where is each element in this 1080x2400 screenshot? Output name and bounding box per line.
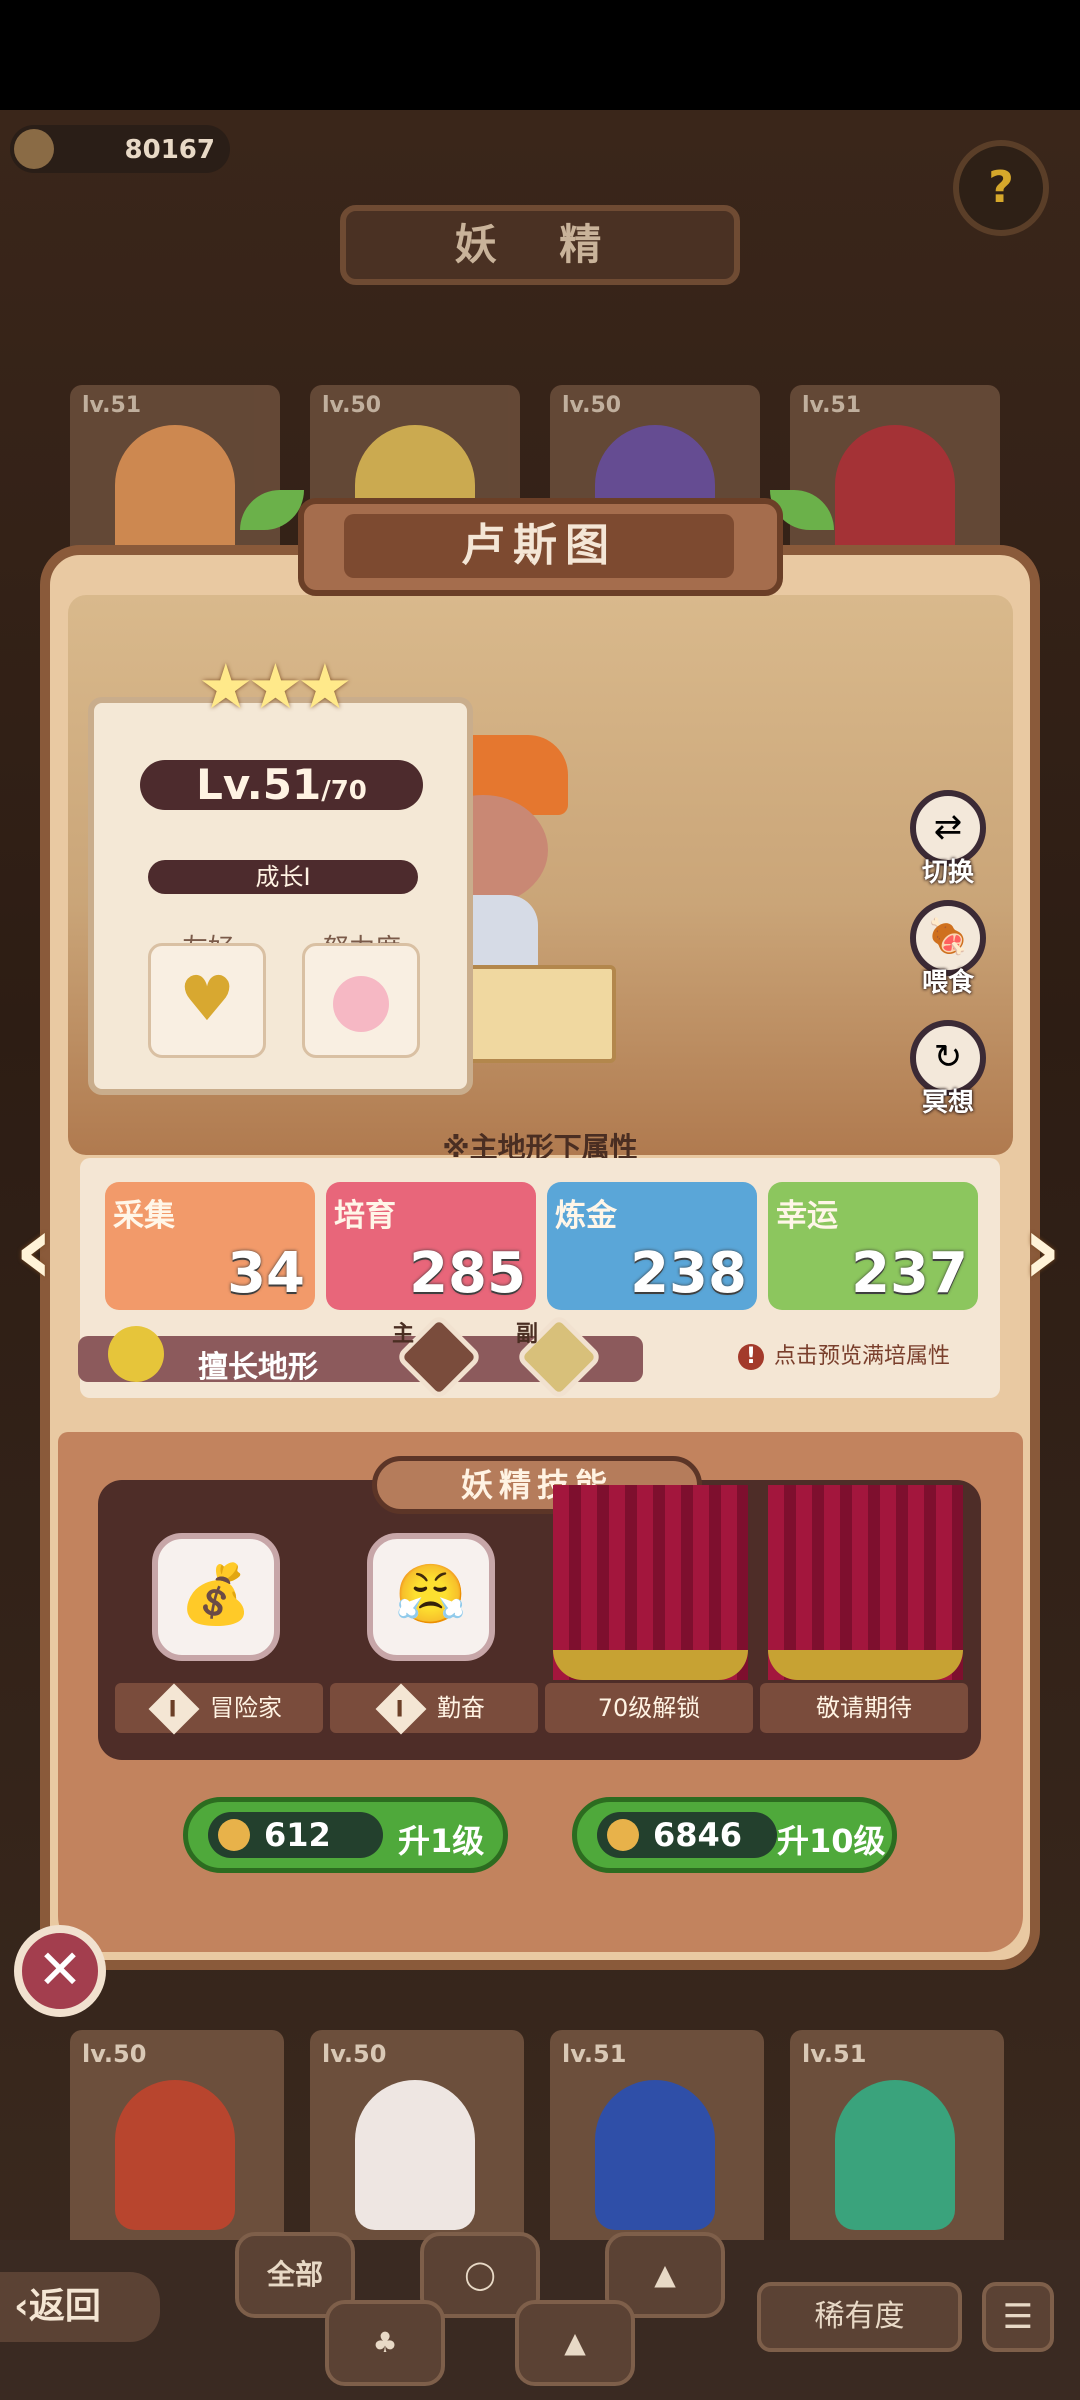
fairy-max-level: /70 (321, 776, 367, 806)
card-level: lv.50 (82, 2040, 147, 2068)
attribute-value: 34 (227, 1241, 305, 1306)
card-level: lv.51 (562, 2040, 627, 2068)
fairy-level: Lv.51 (196, 760, 322, 809)
card-level: lv.51 (802, 393, 862, 418)
star-rating: ★★★ (198, 650, 353, 723)
fairy-portrait (115, 425, 235, 565)
coin-icon (218, 1819, 250, 1851)
swap-label[interactable]: 切换 (893, 852, 1003, 889)
skill-adventurer-tag[interactable]: I 冒险家 (115, 1683, 323, 1735)
fairy-card[interactable]: lv.51 (550, 2030, 764, 2262)
rank-badge: I (148, 1683, 200, 1735)
fairy-portrait (835, 2080, 955, 2230)
growth-badge: 成长I (148, 860, 418, 894)
attribute-name: 幸运 (776, 1198, 838, 1234)
upgrade-label: 升1级 (398, 1822, 485, 1860)
help-button[interactable]: ? (953, 140, 1049, 236)
upgrade-10-button[interactable]: 6846 升10级 (572, 1797, 897, 1873)
next-arrow-icon[interactable]: › (1016, 1200, 1068, 1310)
terrain-main-tag: 主 (392, 1322, 415, 1347)
effort-face-icon (333, 976, 389, 1032)
heart-icon: ♥ (179, 962, 235, 1035)
preview-max-hint[interactable]: ! 点击预览满培属性 (738, 1338, 950, 1370)
prev-arrow-icon[interactable]: ‹ (8, 1200, 60, 1310)
fairy-portrait (355, 2080, 475, 2230)
skill-diligent-tag[interactable]: I 勤奋 (330, 1683, 538, 1735)
upgrade-cost: 6846 (597, 1812, 777, 1858)
sprout-icon (108, 1326, 164, 1382)
card-level: lv.51 (802, 2040, 867, 2068)
hint-text: 点击预览满培属性 (774, 1344, 951, 1369)
attribute-luck: 幸运 237 (768, 1182, 978, 1310)
locked-skill-curtain (768, 1485, 963, 1680)
rank-badge: I (375, 1683, 427, 1735)
sort-order-icon[interactable]: ☰ (982, 2282, 1054, 2352)
filter-mountain-icon[interactable]: ▲ (515, 2300, 635, 2386)
fairy-card[interactable]: lv.51 (790, 2030, 1004, 2262)
skill-label: 冒险家 (210, 1694, 282, 1722)
upgrade-1-button[interactable]: 612 升1级 (183, 1797, 508, 1873)
fairy-portrait (595, 2080, 715, 2230)
upgrade-cost: 612 (208, 1812, 383, 1858)
attribute-value: 237 (851, 1241, 968, 1306)
fairy-portrait (115, 2080, 235, 2230)
attribute-name: 培育 (334, 1198, 396, 1234)
close-icon[interactable]: ✕ (14, 1925, 106, 2017)
coin-icon (607, 1819, 639, 1851)
terrain-label: 擅长地形 (198, 1350, 318, 1385)
fairy-portrait (835, 425, 955, 565)
attribute-name: 采集 (113, 1198, 175, 1234)
attribute-value: 238 (630, 1241, 747, 1306)
fairy-card[interactable]: lv.50 (70, 2030, 284, 2262)
filter-sprout-icon[interactable]: ♣ (325, 2300, 445, 2386)
back-label: 返回 (28, 2286, 101, 2327)
effort-slot[interactable] (302, 943, 420, 1058)
meditate-label[interactable]: 冥想 (893, 1082, 1003, 1119)
rarity-sort-button[interactable]: 稀有度 (757, 2282, 962, 2352)
friendly-slot[interactable]: ♥ (148, 943, 266, 1058)
terrain-sub-tag: 副 (516, 1322, 539, 1347)
fairy-name: 卢斯图 (344, 514, 734, 578)
card-level: lv.50 (322, 393, 382, 418)
upgrade-label: 升10级 (777, 1822, 886, 1860)
adventurer-bag-icon[interactable]: 💰 (152, 1533, 280, 1661)
level-display: Lv.51/70 (140, 760, 423, 810)
warning-icon: ! (738, 1344, 764, 1370)
skill-locked-tag: 70级解锁 (545, 1683, 753, 1733)
attribute-gather: 采集 34 (105, 1182, 315, 1310)
attribute-nurture: 培育 285 (326, 1182, 536, 1310)
currency-bar: 80167 (10, 125, 230, 173)
fairy-name-sign: 卢斯图 (298, 498, 783, 596)
card-level: lv.50 (322, 2040, 387, 2068)
feed-label[interactable]: 喂食 (893, 962, 1003, 999)
attribute-name: 炼金 (555, 1198, 617, 1234)
locked-skill-curtain (553, 1485, 748, 1680)
skill-coming-tag: 敬请期待 (760, 1683, 968, 1733)
attribute-alchemy: 炼金 238 (547, 1182, 757, 1310)
back-button[interactable]: ‹返回 (0, 2272, 160, 2342)
page-title: 妖 精 (340, 205, 740, 285)
currency-amount: 80167 (124, 135, 215, 165)
fairy-card[interactable]: lv.50 (310, 2030, 524, 2262)
attribute-value: 285 (409, 1241, 526, 1306)
card-level: lv.50 (562, 393, 622, 418)
card-level: lv.51 (82, 393, 142, 418)
diligent-face-icon[interactable]: 😤 (367, 1533, 495, 1661)
skill-label: 勤奋 (437, 1694, 485, 1722)
